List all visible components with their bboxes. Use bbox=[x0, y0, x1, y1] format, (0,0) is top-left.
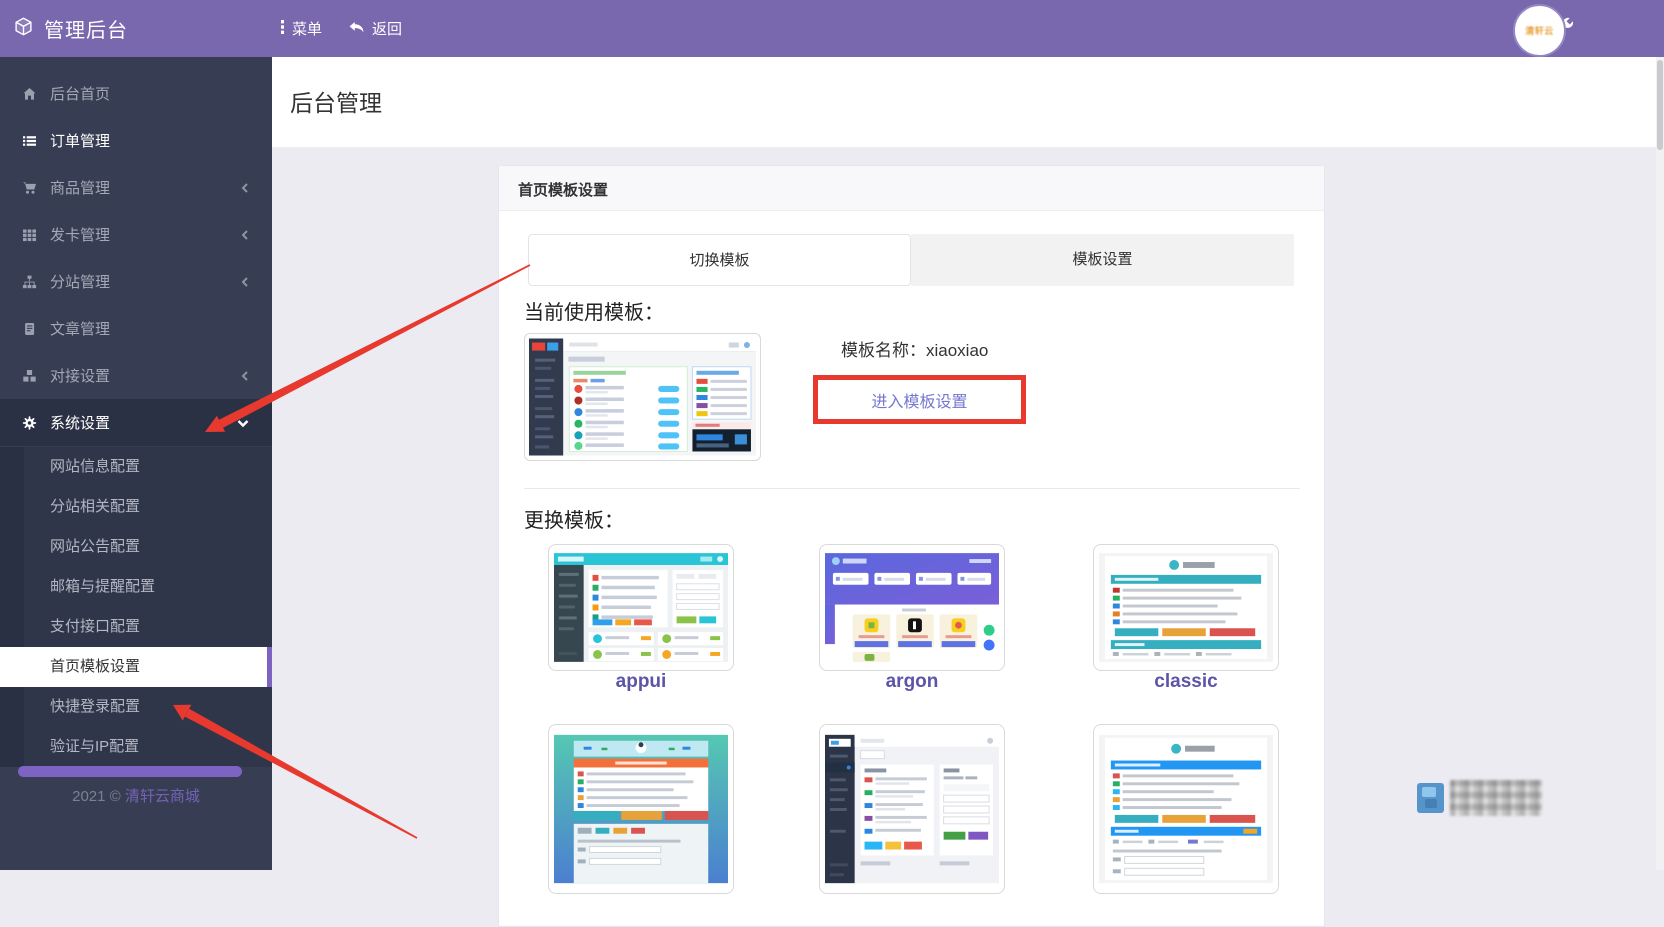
sidebar-item-articles[interactable]: 文章管理 bbox=[0, 305, 272, 352]
tab-bar: 切换模板 模板设置 bbox=[528, 234, 1294, 286]
current-template-label: 当前使用模板： bbox=[524, 302, 664, 324]
copyright-year: 2021 © bbox=[72, 788, 121, 805]
template-name-appui: appui bbox=[615, 671, 667, 692]
list-icon bbox=[21, 134, 37, 148]
site-watermark bbox=[1417, 778, 1549, 818]
xiaoxiao-preview-image bbox=[529, 338, 756, 456]
grid-icon bbox=[21, 228, 37, 242]
tab-template-settings[interactable]: 模板设置 bbox=[911, 234, 1294, 286]
cube-logo-icon bbox=[14, 16, 33, 41]
submenu-item-home-template[interactable]: 首页模板设置 bbox=[0, 647, 272, 687]
cubes-icon bbox=[21, 369, 37, 383]
blue-classic-preview-image bbox=[1099, 734, 1273, 884]
template-option-argon[interactable] bbox=[819, 544, 1005, 671]
submenu-item-announcement[interactable]: 网站公告配置 bbox=[0, 527, 272, 567]
home-icon bbox=[21, 87, 37, 101]
copyright-brand: 清轩云商城 bbox=[124, 788, 200, 805]
page-scrollbar-thumb[interactable] bbox=[1657, 60, 1663, 150]
template-name-argon: argon bbox=[885, 671, 939, 692]
sidebar-item-system-settings[interactable]: 系统设置 bbox=[0, 399, 272, 446]
sidebar-item-label: 分站管理 bbox=[50, 274, 111, 291]
sitemap-icon bbox=[21, 275, 37, 289]
change-template-label: 更换模板： bbox=[524, 510, 624, 532]
menu-toggle-button[interactable]: 菜单 bbox=[280, 18, 322, 39]
classic-preview-image bbox=[1099, 553, 1273, 662]
sidebar-item-label: 后台首页 bbox=[50, 86, 111, 103]
vertical-dots-icon bbox=[280, 19, 285, 39]
sidebar-item-label: 文章管理 bbox=[50, 321, 111, 338]
sidebar-item-label: 系统设置 bbox=[50, 415, 111, 432]
page-scrollbar[interactable] bbox=[1656, 57, 1664, 870]
chevron-down-icon bbox=[236, 416, 250, 433]
chevron-left-icon bbox=[240, 181, 250, 198]
sidebar: 后台首页 订单管理 商品管理 发卡管理 分站管理 文章管理 对接设置 系统设置 … bbox=[0, 57, 272, 870]
template-option-row2-1[interactable] bbox=[548, 724, 734, 894]
template-name-classic: classic bbox=[1154, 671, 1218, 692]
card-header: 首页模板设置 bbox=[499, 166, 1324, 211]
submenu-label: 快捷登录配置 bbox=[50, 698, 141, 715]
template-option-classic[interactable] bbox=[1093, 544, 1279, 671]
template-option-row2-2[interactable] bbox=[819, 724, 1005, 894]
system-settings-submenu: 网站信息配置 分站相关配置 网站公告配置 邮箱与提醒配置 支付接口配置 首页模板… bbox=[0, 447, 272, 767]
sidebar-item-dashboard[interactable]: 后台首页 bbox=[0, 70, 272, 117]
submenu-item-email-reminder[interactable]: 邮箱与提醒配置 bbox=[0, 567, 272, 607]
sidebar-item-label: 对接设置 bbox=[50, 368, 111, 385]
page-header: 后台管理 bbox=[272, 57, 1664, 147]
enter-template-settings-link[interactable]: 进入模板设置 bbox=[871, 388, 967, 412]
section-divider bbox=[524, 488, 1300, 489]
app-title: 管理后台 bbox=[44, 20, 128, 42]
submenu-label: 验证与IP配置 bbox=[50, 738, 140, 755]
beach-preview-image bbox=[554, 734, 728, 884]
sidebar-item-label: 发卡管理 bbox=[50, 227, 111, 244]
sidebar-horizontal-scrollbar[interactable] bbox=[18, 766, 242, 777]
template-option-row2-3[interactable] bbox=[1093, 724, 1279, 894]
chevron-left-icon bbox=[240, 369, 250, 386]
chevron-left-icon bbox=[240, 228, 250, 245]
page-title: 后台管理 bbox=[290, 90, 382, 116]
back-label: 返回 bbox=[372, 21, 403, 38]
card-header-title: 首页模板设置 bbox=[518, 182, 609, 199]
sidebar-item-substations[interactable]: 分站管理 bbox=[0, 258, 272, 305]
submenu-item-site-info[interactable]: 网站信息配置 bbox=[0, 447, 272, 487]
sidebar-item-integration[interactable]: 对接设置 bbox=[0, 352, 272, 399]
submenu-item-payment-api[interactable]: 支付接口配置 bbox=[0, 607, 272, 647]
watermark-logo-icon bbox=[1417, 783, 1444, 813]
current-template-preview bbox=[524, 333, 761, 461]
template-name-text: 模板名称：xiaoxiao bbox=[841, 341, 989, 360]
back-arrow-icon bbox=[348, 19, 365, 38]
submenu-label: 分站相关配置 bbox=[50, 498, 141, 515]
submenu-label: 网站信息配置 bbox=[50, 458, 141, 475]
argon-preview-image bbox=[825, 553, 999, 662]
submenu-label: 邮箱与提醒配置 bbox=[50, 578, 156, 595]
submenu-label: 支付接口配置 bbox=[50, 618, 141, 635]
sidebar-item-orders[interactable]: 订单管理 bbox=[0, 117, 272, 164]
sidebar-item-label: 商品管理 bbox=[50, 180, 111, 197]
appui-preview-image bbox=[554, 553, 728, 662]
avatar-logo-text: 清轩云 bbox=[1525, 26, 1554, 36]
cart-icon bbox=[21, 181, 37, 195]
submenu-item-captcha-ip[interactable]: 验证与IP配置 bbox=[0, 727, 272, 767]
avatar[interactable]: 清轩云 bbox=[1513, 4, 1566, 57]
red-annotation-box: 进入模板设置 bbox=[813, 375, 1026, 424]
template-option-appui[interactable] bbox=[548, 544, 734, 671]
app-brand[interactable]: 管理后台 bbox=[0, 14, 258, 43]
menu-label: 菜单 bbox=[292, 21, 323, 38]
submenu-label: 网站公告配置 bbox=[50, 538, 141, 555]
submenu-item-quick-login[interactable]: 快捷登录配置 bbox=[0, 687, 272, 727]
sidebar-item-label: 订单管理 bbox=[50, 133, 111, 150]
chevron-left-icon bbox=[240, 275, 250, 292]
back-button[interactable]: 返回 bbox=[348, 18, 402, 39]
dark-admin-preview-image bbox=[825, 734, 999, 884]
book-icon bbox=[21, 322, 37, 336]
sidebar-item-cards[interactable]: 发卡管理 bbox=[0, 211, 272, 258]
watermark-pixelated-text bbox=[1450, 780, 1542, 816]
submenu-item-substation[interactable]: 分站相关配置 bbox=[0, 487, 272, 527]
sidebar-footer: 2021 © 清轩云商城 bbox=[0, 785, 272, 806]
template-settings-card: 首页模板设置 切换模板 模板设置 当前使用模板： 模板名称：xiaoxiao 进… bbox=[498, 165, 1325, 927]
gear-icon bbox=[21, 415, 37, 430]
top-bar: 管理后台 菜单 返回 清轩云 bbox=[0, 0, 1664, 57]
submenu-label: 首页模板设置 bbox=[50, 658, 141, 675]
sidebar-item-products[interactable]: 商品管理 bbox=[0, 164, 272, 211]
tab-switch-template[interactable]: 切换模板 bbox=[528, 234, 911, 286]
